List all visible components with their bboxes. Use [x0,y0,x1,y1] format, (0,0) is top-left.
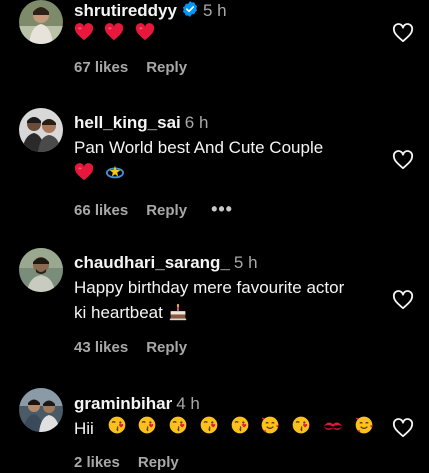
likes-count[interactable]: 2 likes [74,454,120,471]
username[interactable]: hell_king_sai [74,113,181,132]
comment-actions: 66 likes Reply ••• [74,199,233,220]
avatar[interactable] [19,108,63,152]
reply-button[interactable]: Reply [146,339,187,356]
timestamp: 6 h [184,113,209,132]
comment-actions: 67 likes Reply [74,59,187,76]
comment-item: shrutireddyy 5 h 67 likes Reply [0,0,429,90]
face-blowing-kiss-icon [199,415,219,442]
face-blowing-kiss-icon [107,415,127,442]
red-heart-icon [104,23,124,46]
comment-header: chaudhari_sarang_ 5 h [74,253,258,273]
heart-outline-icon [392,23,414,43]
like-button[interactable] [392,150,414,170]
like-button[interactable] [392,290,414,310]
red-heart-icon [74,163,94,186]
smiling-face-with-hearts-icon [354,415,374,442]
comment-actions: 43 likes Reply [74,339,187,356]
username[interactable]: graminbihar [74,394,172,413]
reply-button[interactable]: Reply [138,454,179,471]
comment-header: shrutireddyy 5 h [74,0,227,23]
comment-text: Pan World best And Cute Couple [74,138,324,157]
timestamp: 4 h [176,394,200,413]
red-heart-icon [135,23,155,46]
avatar[interactable] [19,0,63,44]
heart-outline-icon [392,150,414,170]
like-button[interactable] [392,418,414,438]
dizzy-icon [104,163,126,186]
comment-text-content: Happy birthday mere favourite actor ki h… [74,278,345,322]
comment-emojis [74,23,155,46]
comment-header: graminbihar 4 h [74,394,200,414]
likes-count[interactable]: 43 likes [74,339,128,356]
heart-outline-icon [392,290,414,310]
birthday-cake-icon [168,303,188,328]
reply-button[interactable]: Reply [146,59,187,76]
comment-text: Happy birthday mere favourite actor ki h… [74,275,359,328]
face-blowing-kiss-icon [137,415,157,442]
username[interactable]: chaudhari_sarang_ [74,253,230,272]
face-blowing-kiss-icon [230,415,250,442]
comment-actions: 2 likes Reply [74,454,179,471]
reply-button[interactable]: Reply [146,202,187,219]
heart-outline-icon [392,418,414,438]
avatar[interactable] [19,248,63,292]
smiling-face-with-hearts-icon [260,415,280,442]
timestamp: 5 h [202,1,227,20]
red-heart-icon [74,23,94,46]
avatar[interactable] [19,388,63,432]
like-button[interactable] [392,23,414,43]
likes-count[interactable]: 67 likes [74,59,128,76]
timestamp: 5 h [233,253,258,272]
comment-emojis [74,163,126,186]
likes-count[interactable]: 66 likes [74,202,128,219]
comment-text: Hii [74,419,94,439]
face-blowing-kiss-icon [168,415,188,442]
comment-text-row: Hii [74,415,374,442]
more-options-icon[interactable]: ••• [211,199,233,219]
kiss-mark-icon [322,416,344,441]
verified-badge-icon [181,0,199,23]
face-blowing-kiss-icon [291,415,311,442]
username[interactable]: shrutireddyy [74,1,177,20]
comment-header: hell_king_sai 6 h [74,113,208,133]
